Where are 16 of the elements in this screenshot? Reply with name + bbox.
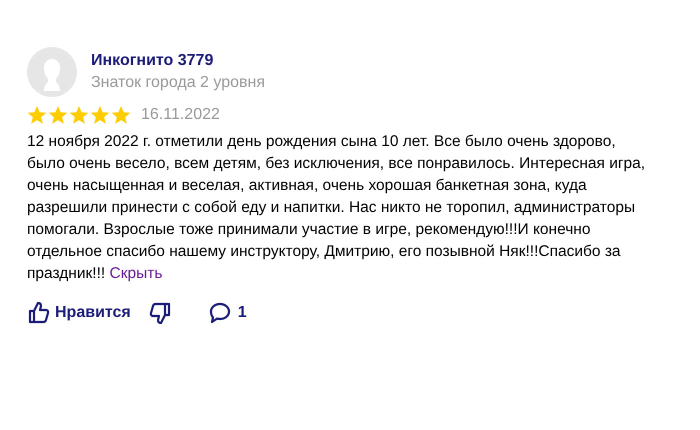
review-text: 12 ноября 2022 г. отметили день рождения сына 10 лет. Все было очень здорово, было очень весело, всем детям, без исключения, все понравилось. Интересная игра, очень насыщенная и веселая, активная, очень хорошая банкетная зона, куда разрешили принести с собой еду и напитки. Нас никто не торопил, администраторы помогали. Взрослые тоже принимали участие в игре, рекомендую!!!И конечно отдельное спасибо нашему инструктору, Дмитрию, его позывной Няк!!!Спасибо за праздник!!! Скрыть [27,132,646,284]
review-date: 16.11.2022 [141,105,220,125]
avatar-icon [27,47,77,97]
like-button[interactable]: Нравится [27,301,131,325]
star-icon [48,106,68,124]
star-icon [111,106,131,124]
author-rank: Знаток города 2 уровня [91,73,266,93]
speech-bubble-icon [208,301,232,325]
comments-button[interactable]: 1 [208,301,247,325]
author-name[interactable]: Инкогнито 3779 [91,50,266,72]
star-icon [90,106,110,124]
thumbs-up-icon [27,301,51,325]
hide-link[interactable]: Скрыть [110,265,162,282]
star-icon [69,106,89,124]
star-icon [27,106,47,124]
thumbs-down-icon[interactable] [148,301,172,325]
